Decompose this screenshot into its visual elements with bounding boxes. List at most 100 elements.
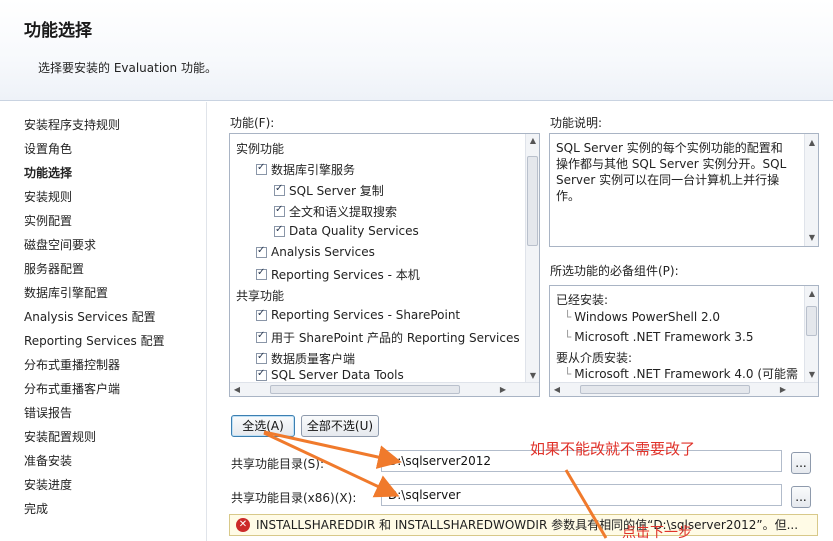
description-scrollbar[interactable]: ▲ ▼ <box>804 134 818 246</box>
tree-item-reporting-services-native[interactable]: Reporting Services - 本机 <box>256 266 420 283</box>
scroll-left-icon[interactable]: ◀ <box>550 385 564 394</box>
prereq-item-powershell: └ Windows PowerShell 2.0 <box>564 310 721 324</box>
sidebar-divider <box>206 102 207 541</box>
sidebar-item-analysis-services-configuration[interactable]: Analysis Services 配置 <box>24 308 156 325</box>
scroll-thumb[interactable] <box>806 306 817 336</box>
shared-dir-x86-label: 共享功能目录(x86)(X): <box>231 491 357 505</box>
tree-item-label: 全文和语义提取搜索 <box>289 205 398 219</box>
description-panel: SQL Server 实例的每个实例功能的配置和操作都与其他 SQL Serve… <box>549 133 819 247</box>
tree-item-label: 数据质量客户端 <box>271 352 356 366</box>
shared-dir-browse-button[interactable]: ... <box>791 452 811 474</box>
tree-item-reporting-services-sharepoint[interactable]: Reporting Services - SharePoint <box>256 308 460 322</box>
sidebar-item-setup-role[interactable]: 设置角色 <box>24 140 72 157</box>
tree-group-shared-features: 共享功能 <box>236 287 284 304</box>
sidebar-item-error-reporting[interactable]: 错误报告 <box>24 404 72 421</box>
prereq-item-label: Microsoft .NET Framework 3.5 <box>574 330 754 344</box>
sidebar-item-complete[interactable]: 完成 <box>24 500 48 517</box>
tree-item-data-quality-services[interactable]: Data Quality Services <box>274 224 419 238</box>
scroll-up-icon[interactable]: ▲ <box>805 289 819 298</box>
tree-item-label: Reporting Services - SharePoint <box>271 308 461 322</box>
error-icon: ✕ <box>236 518 250 532</box>
scroll-thumb[interactable] <box>270 385 460 394</box>
page-header: 功能选择 选择要安装的 Evaluation 功能。 <box>0 0 833 101</box>
tree-item-reporting-services-addin[interactable]: 用于 SharePoint 产品的 Reporting Services <box>256 329 520 346</box>
scroll-right-icon[interactable]: ▶ <box>776 385 790 394</box>
tree-group-label: 实例功能 <box>236 142 285 156</box>
checkbox[interactable] <box>274 204 285 217</box>
sidebar-item-feature-selection[interactable]: 功能选择 <box>24 164 72 181</box>
select-all-button[interactable]: 全选(A) <box>231 415 295 437</box>
annotation-click-next: 点击下一步 <box>622 525 692 541</box>
prereq-item-label: Windows PowerShell 2.0 <box>574 310 721 324</box>
scroll-down-icon[interactable]: ▼ <box>805 370 819 379</box>
sidebar-item-server-configuration[interactable]: 服务器配置 <box>24 260 84 277</box>
page-subtitle: 选择要安装的 Evaluation 功能。 <box>38 61 217 75</box>
scroll-right-icon[interactable]: ▶ <box>496 385 510 394</box>
checkbox[interactable] <box>256 351 267 364</box>
shared-dir-x86-browse-button[interactable]: ... <box>791 486 811 508</box>
tree-item-database-engine[interactable]: 数据库引擎服务 <box>256 161 355 178</box>
tree-item-label: Reporting Services - 本机 <box>271 268 420 282</box>
sidebar-item-distributed-replay-controller[interactable]: 分布式重播控制器 <box>24 356 120 373</box>
checkbox[interactable] <box>256 245 267 258</box>
prerequisites-vertical-scrollbar[interactable]: ▲ ▼ <box>804 286 818 382</box>
sidebar-item-reporting-services-configuration[interactable]: Reporting Services 配置 <box>24 332 165 349</box>
sidebar-item-database-engine-configuration[interactable]: 数据库引擎配置 <box>24 284 108 301</box>
scroll-up-icon[interactable]: ▲ <box>526 136 540 145</box>
prereq-group-label: 要从介质安装: <box>556 351 633 365</box>
scroll-down-icon[interactable]: ▼ <box>805 233 819 242</box>
checkbox[interactable] <box>256 368 267 381</box>
features-label: 功能(F): <box>230 116 275 130</box>
scroll-down-icon[interactable]: ▼ <box>526 371 540 380</box>
features-horizontal-scrollbar[interactable]: ◀ ▶ <box>230 382 539 396</box>
tree-item-label: Data Quality Services <box>289 224 419 238</box>
prerequisites-label: 所选功能的必备组件(P): <box>550 264 679 278</box>
scroll-thumb[interactable] <box>580 385 750 394</box>
shared-dir-x86-input[interactable]: D:\sqlserver <box>381 484 782 506</box>
checkbox[interactable] <box>256 162 267 175</box>
checkbox[interactable] <box>256 267 267 280</box>
sidebar-item-installation-configuration-rules[interactable]: 安装配置规则 <box>24 428 96 445</box>
scroll-thumb[interactable] <box>527 156 538 246</box>
prereq-group-installed: 已经安装: <box>556 291 608 308</box>
sidebar-item-disk-space[interactable]: 磁盘空间要求 <box>24 236 96 253</box>
prereq-group-label: 已经安装: <box>556 293 609 307</box>
sidebar-item-installation-progress[interactable]: 安装进度 <box>24 476 72 493</box>
prereq-item-dotnet35: └ Microsoft .NET Framework 3.5 <box>564 330 754 344</box>
prereq-item-dotnet40: └ Microsoft .NET Framework 4.0 (可能需 <box>564 367 798 380</box>
tree-item-sql-replication[interactable]: SQL Server 复制 <box>274 182 384 199</box>
sidebar-item-distributed-replay-client[interactable]: 分布式重播客户端 <box>24 380 120 397</box>
prereq-item-label: Microsoft .NET Framework 4.0 (可能需 <box>574 367 798 380</box>
tree-item-label: 用于 SharePoint 产品的 Reporting Services <box>271 331 520 345</box>
checkbox[interactable] <box>274 183 285 196</box>
sidebar-item-instance-configuration[interactable]: 实例配置 <box>24 212 72 229</box>
sidebar-item-installation-rules[interactable]: 安装规则 <box>24 188 72 205</box>
scroll-up-icon[interactable]: ▲ <box>805 138 819 147</box>
checkbox[interactable] <box>256 330 267 343</box>
features-vertical-scrollbar[interactable]: ▲ ▼ <box>525 134 539 382</box>
tree-group-instance-features: 实例功能 <box>236 140 284 157</box>
features-tree[interactable]: 实例功能 数据库引擎服务 SQL Server 复制 全文和语义提取搜索 Dat… <box>229 133 540 397</box>
error-message: INSTALLSHAREDDIR 和 INSTALLSHAREDWOWDIR 参… <box>256 518 799 532</box>
sidebar-item-ready-to-install[interactable]: 准备安装 <box>24 452 72 469</box>
validation-error-bar: ✕ INSTALLSHAREDDIR 和 INSTALLSHAREDWOWDIR… <box>229 514 818 536</box>
prereq-group-from-media: 要从介质安装: <box>556 349 632 366</box>
scroll-left-icon[interactable]: ◀ <box>230 385 244 394</box>
checkbox[interactable] <box>256 308 267 321</box>
prerequisites-tree[interactable]: 已经安装: └ Windows PowerShell 2.0 └ Microsoft… <box>549 285 819 397</box>
tree-item-analysis-services[interactable]: Analysis Services <box>256 245 375 259</box>
prerequisites-horizontal-scrollbar[interactable]: ◀ ▶ <box>550 382 818 396</box>
steps-sidebar: 安装程序支持规则 设置角色 功能选择 安装规则 实例配置 磁盘空间要求 服务器配… <box>0 102 206 541</box>
checkbox[interactable] <box>274 224 285 237</box>
description-label: 功能说明: <box>550 116 603 130</box>
tree-item-label: SQL Server 复制 <box>289 184 384 198</box>
tree-item-data-quality-client[interactable]: 数据质量客户端 <box>256 350 355 367</box>
sidebar-item-setup-support-rules[interactable]: 安装程序支持规则 <box>24 116 120 133</box>
tree-item-sql-server-data-tools[interactable]: SQL Server Data Tools <box>256 368 404 382</box>
page-title: 功能选择 <box>24 21 92 41</box>
tree-item-label: 数据库引擎服务 <box>271 163 356 177</box>
tree-item-full-text-search[interactable]: 全文和语义提取搜索 <box>274 203 397 220</box>
deselect-all-button[interactable]: 全部不选(U) <box>301 415 379 437</box>
description-text: SQL Server 实例的每个实例功能的配置和操作都与其他 SQL Serve… <box>556 141 787 203</box>
tree-item-label: SQL Server Data Tools <box>271 368 404 382</box>
